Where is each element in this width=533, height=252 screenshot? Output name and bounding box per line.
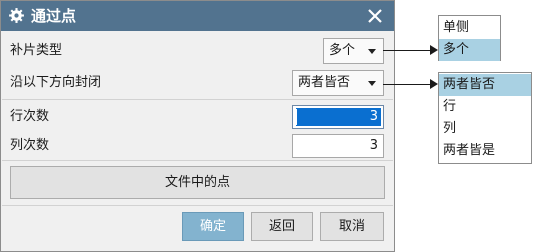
option-neither[interactable]: 两者皆否	[439, 74, 531, 96]
close-along-value: 两者皆否	[298, 75, 351, 90]
dialog-title: 通过点	[31, 7, 77, 25]
close-along-label: 沿以下方向封闭	[10, 75, 102, 90]
patch-type-options-popup: 单侧 多个	[438, 15, 501, 61]
option-single[interactable]: 单侧	[439, 17, 500, 39]
footer-divider	[2, 205, 393, 206]
close-along-options-popup: 两者皆否 行 列 两者皆是	[438, 72, 532, 164]
arrow-head-icon	[430, 79, 438, 89]
patch-type-dropdown[interactable]: 多个	[323, 38, 384, 64]
patch-type-label: 补片类型	[10, 43, 63, 58]
text-selection	[296, 108, 381, 126]
title-bar[interactable]: 通过点	[1, 1, 394, 31]
patch-type-value: 多个	[329, 43, 356, 58]
arrow-connector	[383, 50, 430, 51]
close-along-dropdown[interactable]: 两者皆否	[292, 70, 384, 96]
column-count-input[interactable]: 3	[292, 134, 384, 158]
row-count-value: 3	[369, 109, 378, 124]
points-from-file-button[interactable]: 文件中的点	[10, 166, 385, 199]
chevron-down-icon	[368, 49, 376, 54]
text-cursor	[296, 109, 297, 125]
row-count-label: 行次数	[10, 109, 50, 124]
option-row[interactable]: 行	[439, 96, 531, 118]
arrow-head-icon	[430, 45, 438, 55]
column-count-label: 列次数	[10, 138, 50, 153]
section-divider	[2, 99, 393, 100]
section-divider	[2, 160, 393, 161]
chevron-down-icon	[368, 81, 376, 86]
ok-button[interactable]: 确定	[182, 212, 244, 241]
through-points-dialog: 通过点 补片类型 多个 沿以下方向封闭 两者皆否 行次数 3 列次数 3 文件中…	[0, 0, 395, 252]
cancel-button[interactable]: 取消	[320, 212, 384, 241]
gear-icon[interactable]	[8, 7, 25, 24]
option-multiple[interactable]: 多个	[439, 39, 500, 61]
column-count-value: 3	[369, 138, 378, 153]
option-both[interactable]: 两者皆是	[439, 140, 531, 162]
close-icon[interactable]	[366, 7, 384, 25]
back-button[interactable]: 返回	[251, 212, 313, 241]
row-count-input[interactable]: 3	[292, 105, 384, 129]
arrow-connector	[383, 84, 430, 85]
option-column[interactable]: 列	[439, 118, 531, 140]
